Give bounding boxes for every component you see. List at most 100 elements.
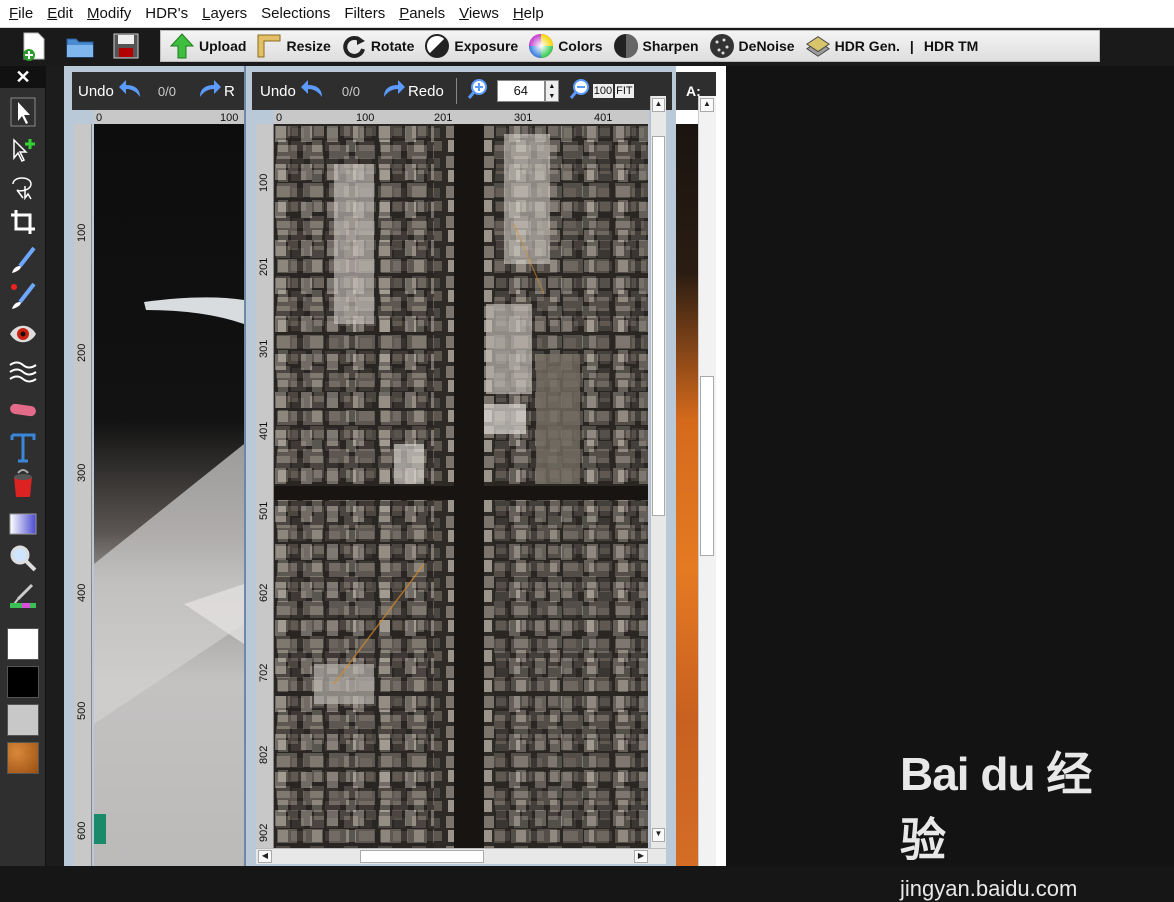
undo-arrow-icon[interactable] [300,77,326,105]
menu-item[interactable]: Views [454,5,508,22]
stepper-down-icon[interactable]: ▼ [548,93,555,100]
select-arrow-icon[interactable] [6,96,40,128]
rotate-button[interactable]: Rotate [341,31,415,61]
add-selection-icon[interactable] [6,134,40,166]
undo-arrow-icon[interactable] [118,77,144,105]
gradient-icon[interactable] [6,508,40,540]
color-wheel-icon [528,33,554,59]
ruler-tick: 602 [258,583,270,602]
menu-label: Filters [344,5,386,22]
zoom-level-input[interactable]: 64 [496,80,545,102]
menu-item[interactable]: Modify [82,5,140,22]
image-canvas-2[interactable] [274,124,648,848]
exposure-icon [424,33,450,59]
vertical-scrollbar[interactable]: ▲ ▼ [650,96,666,848]
denoise-label: DeNoise [738,38,795,54]
redo-arrow-icon[interactable] [196,77,222,105]
undo-button[interactable]: Undo [260,83,296,100]
ruler-tick: 301 [258,339,270,358]
colors-button[interactable]: Colors [528,31,603,61]
horizontal-scrollbar[interactable]: ◀ ▶ [256,848,666,864]
background-color-swatch[interactable] [7,666,39,698]
zoom-tool-icon[interactable] [6,542,40,574]
tool-sidebar: ✕ [0,66,46,866]
toolbar-divider [455,78,457,104]
rotate-label: Rotate [370,38,415,54]
stepper-up-icon[interactable]: ▲ [548,83,555,90]
third-color-swatch[interactable] [7,704,39,736]
red-eye-icon[interactable] [6,318,40,350]
image-window-1: Undo 0/0 R 0 100 100 200 300 400 500 600 [64,66,244,866]
menu-item[interactable]: File [4,5,42,22]
image-window-3: A: ▲ [676,66,726,866]
ruler-icon [256,33,282,59]
sharpen-icon [613,33,639,59]
watermark-url: jingyan.baidu.com [900,876,1078,901]
exposure-button[interactable]: Exposure [424,31,518,61]
redo-arrow-icon[interactable] [380,77,406,105]
lasso-icon[interactable] [6,170,40,202]
window-1-toolbar: Undo 0/0 R [72,72,244,110]
foreground-color-swatch[interactable] [7,628,39,660]
zoom-in-icon[interactable] [467,78,489,104]
ruler-tick: 902 [258,823,270,842]
undo-button[interactable]: Undo [78,83,114,100]
ruler-tick: 501 [258,501,270,520]
close-panel-button[interactable]: ✕ [0,66,46,88]
menu-label: odify [99,5,132,22]
ruler-tick: 100 [356,112,375,124]
menu-item[interactable]: Filters [339,5,394,22]
redo-button-partial[interactable]: R [224,83,235,100]
menu-item[interactable]: Help [508,5,553,22]
redo-button[interactable]: Redo [408,83,444,100]
vertical-scroll-thumb[interactable] [700,376,714,556]
zoom-fit-button[interactable]: FIT [615,84,634,98]
sharpen-button[interactable]: Sharpen [613,31,699,61]
scroll-right-icon[interactable]: ▶ [634,850,648,863]
zoom-stepper[interactable]: ▲ ▼ [544,80,559,102]
save-icon[interactable] [110,30,142,62]
upload-button[interactable]: Upload [169,31,246,61]
zoom-out-icon[interactable] [569,78,591,104]
hdr-tm-button[interactable]: HDR TM [924,31,978,61]
window-3-scrollbar[interactable]: ▲ [698,96,716,866]
horizontal-scroll-thumb[interactable] [360,850,484,863]
color-brush-icon[interactable] [6,280,40,312]
toolbar-separator: | [909,38,914,54]
smudge-wave-icon[interactable] [6,356,40,388]
pattern-swatch[interactable] [7,742,39,774]
scroll-left-icon[interactable]: ◀ [258,850,272,863]
hdr-gen-button[interactable]: HDR Gen. [805,31,900,61]
vertical-scroll-thumb[interactable] [652,136,665,516]
open-folder-icon[interactable] [64,30,96,62]
brush-icon[interactable] [6,244,40,276]
menu-item[interactable]: Layers [197,5,256,22]
scroll-down-icon[interactable]: ▼ [652,828,665,842]
menu-label: ayers [210,5,248,22]
ruler-tick: 100 [258,173,270,192]
color-picker-icon[interactable] [6,580,40,612]
ruler-tick: 702 [258,663,270,682]
menu-label: iews [468,5,499,22]
text-tool-icon[interactable] [6,432,40,464]
image-window-2: Undo 0/0 Redo 64 ▲ ▼ 100 FIT 0 100 201 3… [244,66,676,866]
image-canvas-3[interactable] [676,124,698,866]
resize-button[interactable]: Resize [256,31,331,61]
paint-bucket-icon[interactable] [6,468,40,500]
menu-item[interactable]: HDR's [140,5,197,22]
crop-icon[interactable] [6,206,40,238]
zoom-100-button[interactable]: 100 [592,84,614,98]
menu-item[interactable]: Edit [42,5,82,22]
menu-item[interactable]: Panels [394,5,454,22]
denoise-button[interactable]: DeNoise [709,31,795,61]
eraser-icon[interactable] [6,394,40,426]
new-file-icon[interactable] [18,30,50,62]
menu-item[interactable]: Selections [256,5,339,22]
image-canvas-1[interactable] [94,124,244,866]
scroll-up-icon[interactable]: ▲ [652,98,665,112]
exposure-label: Exposure [454,38,519,54]
scroll-up-icon[interactable]: ▲ [700,98,714,112]
workspace-gap [46,66,64,866]
upload-arrow-icon [169,33,195,59]
menu-label: HDR's [145,5,189,22]
